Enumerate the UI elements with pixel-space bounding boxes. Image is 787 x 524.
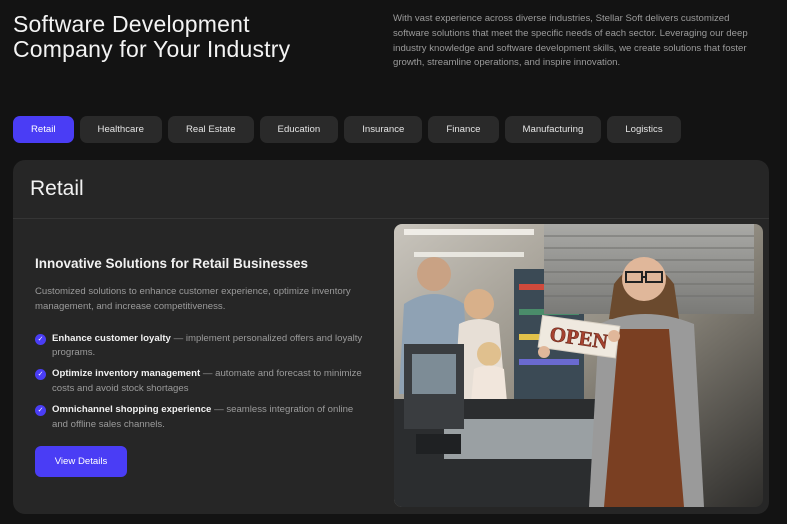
tab-healthcare[interactable]: Healthcare	[79, 116, 162, 143]
feature-item: ✓ Omnichannel shopping experience — seam…	[35, 403, 365, 433]
feature-title: Optimize inventory management	[52, 368, 201, 380]
check-icon: ✓	[35, 333, 46, 345]
feature-title: Enhance customer loyalty	[52, 332, 171, 344]
feature-list: ✓ Enhance customer loyalty — implement p…	[35, 332, 365, 433]
tab-insurance[interactable]: Insurance	[344, 116, 423, 143]
feature-title: Omnichannel shopping experience	[52, 403, 212, 415]
retail-photo: OPEN	[394, 224, 763, 507]
page-title: Software Development Company for Your In…	[13, 12, 373, 62]
tab-logistics[interactable]: Logistics	[607, 116, 681, 143]
page-title-line-1: Software Development	[13, 11, 250, 37]
page-title-line-2: Company for Your Industry	[13, 36, 291, 62]
industry-tabs: Retail Healthcare Real Estate Education …	[13, 116, 681, 143]
panel-description: Customized solutions to enhance customer…	[35, 286, 351, 312]
panel-title: Innovative Solutions for Retail Business…	[35, 256, 309, 271]
feature-text: Enhance customer loyalty — implement per…	[52, 332, 365, 362]
panel-content: Innovative Solutions for Retail Business…	[35, 256, 365, 438]
tab-retail[interactable]: Retail	[13, 116, 74, 143]
view-details-button[interactable]: View Details	[35, 446, 127, 477]
tab-education[interactable]: Education	[259, 116, 339, 143]
feature-text: Optimize inventory management — automate…	[52, 367, 365, 397]
feature-item: ✓ Enhance customer loyalty — implement p…	[35, 332, 365, 362]
check-icon: ✓	[35, 369, 46, 381]
panel-heading: Retail	[13, 160, 769, 219]
retail-store-illustration: OPEN	[394, 224, 763, 507]
tab-finance[interactable]: Finance	[428, 116, 499, 143]
hero-description: With vast experience across diverse indu…	[393, 13, 748, 69]
tab-real-estate[interactable]: Real Estate	[167, 116, 254, 143]
industry-panel: Retail Innovative Solutions for Retail B…	[13, 160, 769, 514]
feature-item: ✓ Optimize inventory management — automa…	[35, 367, 365, 397]
check-icon: ✓	[35, 404, 46, 416]
feature-text: Omnichannel shopping experience — seamle…	[52, 403, 365, 433]
tab-manufacturing[interactable]: Manufacturing	[504, 116, 602, 143]
